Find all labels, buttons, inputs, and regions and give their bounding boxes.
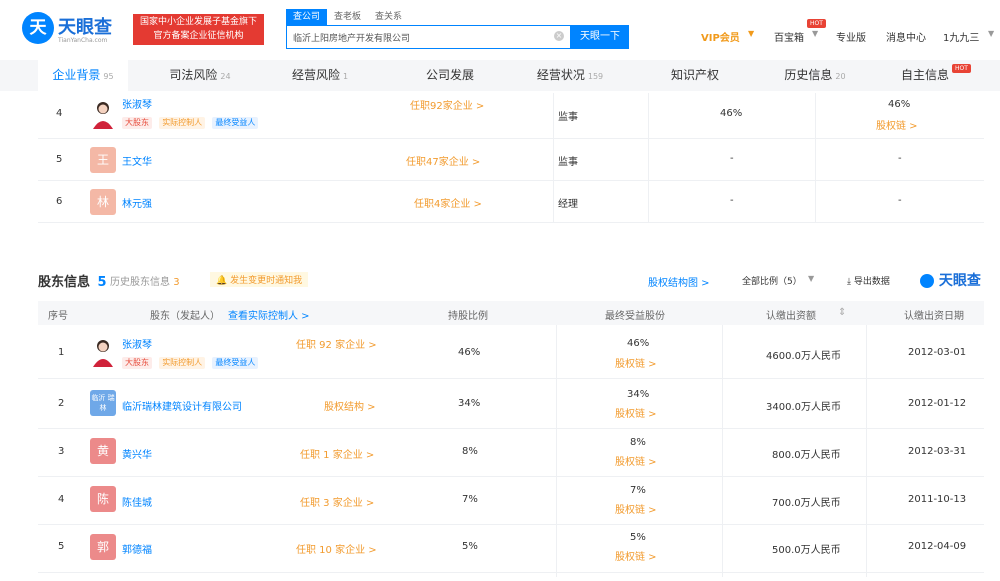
equity-chain-link[interactable]: 股权链 > [615, 548, 657, 563]
promo-line1: 国家中小企业发展子基金旗下 [139, 17, 257, 27]
person-photo-icon [93, 102, 113, 129]
hot-badge: HOT [807, 19, 826, 28]
equity-chain-link[interactable]: 股权链 > [615, 405, 657, 420]
shareholder-name-link[interactable]: 郭德福 [122, 541, 152, 556]
tab-intellectual-property[interactable]: 知识产权 [645, 60, 745, 91]
positions-link[interactable]: 任职 92 家企业 > [296, 336, 377, 351]
equity-chain-link[interactable]: 股权链 > [615, 355, 657, 370]
shareholder-name-link[interactable]: 张淑琴 [122, 336, 152, 351]
avatar [90, 337, 116, 367]
positions-link[interactable]: 任职47家企业 > [406, 153, 480, 168]
positions-link[interactable]: 任职4家企业 > [414, 195, 482, 210]
shareholder-name-link[interactable]: 黄兴华 [122, 446, 152, 461]
avatar: 陈 [90, 486, 116, 512]
logo-eye-icon [920, 274, 934, 288]
tab-business-status[interactable]: 经营状况 159 [520, 60, 620, 91]
divider [815, 93, 816, 223]
section-tabs: 企业背景 95 司法风险 24 经营风险 1 公司发展 经营状况 159 知识产权 历史… [0, 60, 1000, 93]
chevron-down-icon: ▼ [748, 29, 755, 38]
search-type-tabs: 查公司 查老板 查关系 [286, 9, 409, 25]
message-center-link[interactable]: 消息中心 [886, 29, 926, 44]
table-row: 5 王 王文华 任职47家企业 > 监事 - - [38, 139, 984, 181]
positions-link[interactable]: 任职 3 家企业 > [300, 494, 374, 509]
search-tab-company[interactable]: 查公司 [286, 9, 328, 25]
logo-eye-icon: 天 [22, 12, 54, 44]
tianyancha-watermark-logo: 天眼查 [920, 270, 981, 290]
tab-company-background[interactable]: 企业背景 95 [38, 60, 128, 93]
table-row: 6 林 林元强 任职4家企业 > 经理 - - [38, 181, 984, 223]
shareholder-tags: 大股东 实际控制人 最终受益人 [122, 357, 262, 369]
baibao-link[interactable]: 百宝箱 [774, 29, 804, 44]
tab-history[interactable]: 历史信息 20 [765, 60, 865, 91]
avatar: 郭 [90, 534, 116, 560]
avatar [90, 99, 116, 129]
tianyancha-logo[interactable]: 天 天眼查 TianYanCha.com [22, 12, 128, 48]
search-input[interactable] [287, 26, 537, 48]
table-row: 2 临沂 瑞林 临沂瑞林建筑设计有限公司 股权结构 > 34% 34% 股权链 … [38, 379, 984, 429]
tab-operating-risk[interactable]: 经营风险 1 [270, 60, 370, 91]
shareholder-table-header: 序号 股东（发起人） 查看实际控制人 > 持股比例 最终受益股份 认缴出资额 ⇕… [38, 301, 984, 325]
company-logo: 临沂 瑞林 [90, 390, 116, 416]
table-row: 3 黄 黄兴华 任职 1 家企业 > 8% 8% 股权链 > 800.0万人民币… [38, 429, 984, 477]
table-row: 4 陈 陈佳城 任职 3 家企业 > 7% 7% 股权链 > 700.0万人民币… [38, 477, 984, 525]
promo-banner[interactable]: 国家中小企业发展子基金旗下 官方备案企业征信机构 [133, 14, 264, 45]
logo-domain: TianYanCha.com [58, 37, 108, 44]
equity-chain-link[interactable]: 股权链 > [615, 453, 657, 468]
equity-chain-link[interactable]: 股权链 > [876, 117, 918, 132]
person-name-link[interactable]: 张淑琴 [122, 96, 152, 111]
vip-link[interactable]: VIP会员 [701, 29, 740, 44]
view-controller-link[interactable]: 查看实际控制人 > [228, 307, 310, 322]
promo-line2: 官方备案企业征信机构 [153, 31, 244, 41]
history-shareholders-link[interactable]: 历史股东信息 3 [110, 273, 180, 288]
tab-judicial-risk[interactable]: 司法风险 24 [150, 60, 250, 91]
person-name-link[interactable]: 王文华 [122, 153, 152, 168]
logo-name: 天眼查 [58, 17, 112, 38]
positions-link[interactable]: 任职 10 家企业 > [296, 541, 377, 556]
shareholder-name-link[interactable]: 陈佳城 [122, 494, 152, 509]
chevron-down-icon: ▼ [808, 274, 815, 283]
chevron-down-icon: ▼ [812, 29, 819, 38]
person-name-link[interactable]: 林元强 [122, 195, 152, 210]
tab-company-development[interactable]: 公司发展 [400, 60, 500, 91]
change-notice-button[interactable]: 🔔 发生变更时通知我 [210, 272, 309, 287]
table-row: 5 郭 郭德福 任职 10 家企业 > 5% 5% 股权链 > 500.0万人民… [38, 525, 984, 573]
positions-link[interactable]: 任职92家企业 > [410, 97, 484, 112]
pro-link[interactable]: 专业版 [836, 29, 866, 44]
search-tab-relation[interactable]: 查关系 [368, 9, 409, 25]
avatar: 王 [90, 147, 116, 173]
divider [553, 93, 554, 223]
person-tags: 大股东 实际控制人 最终受益人 [122, 117, 262, 129]
equity-structure-link[interactable]: 股权结构 > [324, 398, 376, 413]
equity-chain-link[interactable]: 股权链 > [615, 501, 657, 516]
search-button[interactable]: 天眼一下 [571, 25, 629, 49]
clear-icon[interactable]: × [554, 31, 564, 41]
equity-structure-link[interactable]: 股权结构图 > [648, 274, 710, 289]
shareholder-name-link[interactable]: 临沂瑞林建筑设计有限公司 [122, 398, 242, 413]
search-tab-boss[interactable]: 查老板 [327, 9, 368, 25]
export-data-button[interactable]: ⤓ 导出数据 [847, 274, 890, 287]
avatar: 林 [90, 189, 116, 215]
positions-link[interactable]: 任职 1 家企业 > [300, 446, 374, 461]
bell-icon: 🔔 [216, 276, 228, 286]
user-menu[interactable]: 1九九三 [943, 29, 979, 44]
search-box: × [286, 25, 571, 49]
avatar: 黄 [90, 438, 116, 464]
ratio-filter-select[interactable]: 全部比例（5） [742, 274, 802, 287]
chevron-down-icon: ▼ [988, 29, 995, 38]
hot-badge: HOT [952, 64, 971, 73]
top-header: 天 天眼查 TianYanCha.com 国家中小企业发展子基金旗下 官方备案企… [0, 0, 1000, 60]
table-row: 4 张淑琴 大股东 实际控制人 最终受益人 任职92家企业 > 监事 46% 4… [38, 93, 984, 139]
sort-icon[interactable]: ⇕ [838, 307, 846, 318]
shareholder-section-title: 股东信息 5 [38, 275, 107, 290]
download-icon: ⤓ [847, 277, 851, 287]
person-photo-icon [93, 340, 113, 367]
table-row: 1 张淑琴 大股东 实际控制人 最终受益人 任职 92 家企业 > 46% 46… [38, 325, 984, 379]
divider [648, 93, 649, 223]
